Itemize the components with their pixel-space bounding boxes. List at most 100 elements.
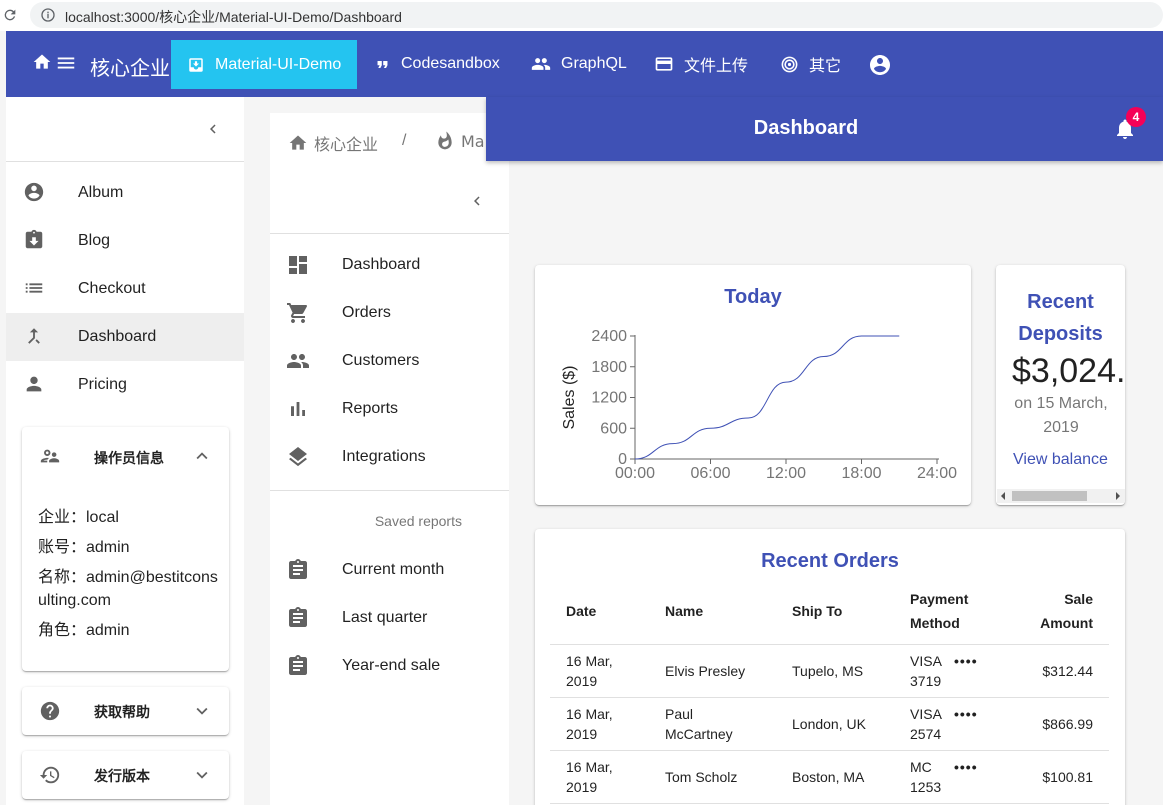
- subnav-item-reports[interactable]: Reports: [270, 385, 509, 433]
- menu-icon[interactable]: [55, 52, 77, 74]
- help-panel[interactable]: 获取帮助: [22, 687, 229, 735]
- sidebar-item-dashboard[interactable]: Dashboard: [6, 313, 244, 361]
- subnav-item-integrations[interactable]: Integrations: [270, 433, 509, 481]
- scrollbar-thumb[interactable]: [1012, 491, 1087, 501]
- scroll-right-icon[interactable]: [1115, 492, 1121, 500]
- assignment-icon: [289, 655, 307, 675]
- sidebar-item-checkout[interactable]: Checkout: [6, 265, 244, 313]
- x-tick-label: 12:00: [766, 465, 806, 482]
- divider: [270, 233, 509, 234]
- breadcrumb-separator: /: [402, 132, 407, 149]
- chevron-down-icon[interactable]: [191, 700, 213, 722]
- reload-icon[interactable]: [2, 7, 18, 23]
- more-icon[interactable]: ••••: [954, 757, 978, 777]
- sidebar-item-label: Dashboard: [78, 328, 157, 345]
- subnav-item-customers[interactable]: Customers: [270, 337, 509, 385]
- info-name: 名称：admin@bestitconsulting.com: [38, 569, 218, 609]
- recent-orders-card: Recent Orders Date Name Ship To Payment …: [535, 529, 1125, 805]
- payment-text: VISA 2574: [910, 705, 942, 742]
- operator-info-panel: 操作员信息 企业：local 账号：admin 名称：admin@bestitc…: [22, 427, 229, 671]
- divider: [270, 490, 509, 491]
- deposit-date-line: 2019: [1043, 419, 1079, 436]
- cell-payment: VISA 3719 ••••: [894, 644, 1008, 698]
- sidebar-item-pricing[interactable]: Pricing: [6, 361, 244, 409]
- column-header-ship-to: Ship To: [776, 579, 894, 645]
- orders-title: Recent Orders: [761, 550, 899, 572]
- operator-info-panel-header[interactable]: 操作员信息: [22, 427, 229, 487]
- app-bar: 核心企业 Material-UI-Demo Codesandbox GraphQ…: [6, 31, 1163, 97]
- cell-payment: MC 1253 ••••: [894, 750, 1008, 804]
- table-row[interactable]: 16 Mar, 2019 Tom Scholz Boston, MA MC 12…: [550, 750, 1109, 804]
- more-icon[interactable]: ••••: [954, 704, 978, 724]
- address-text[interactable]: localhost:3000/核心企业/Material-UI-Demo/Das…: [65, 7, 402, 27]
- saved-report-label: Current month: [342, 561, 445, 578]
- scroll-left-icon[interactable]: [1000, 492, 1006, 500]
- nav-other[interactable]: 其它: [780, 31, 841, 97]
- whatshot-icon: [438, 131, 452, 150]
- more-icon[interactable]: ••••: [954, 651, 978, 671]
- column-header-date: Date: [550, 579, 649, 645]
- help-icon: [40, 701, 60, 721]
- chevron-left-icon[interactable]: [204, 120, 222, 138]
- cell-date: 16 Mar, 2019: [550, 697, 649, 751]
- sidebar-item-blog[interactable]: Blog: [6, 217, 244, 265]
- breadcrumb: 核心企业 / Ma: [270, 113, 509, 169]
- subnav-item-orders[interactable]: Orders: [270, 289, 509, 337]
- x-tick-label: 24:00: [917, 465, 957, 482]
- horizontal-scrollbar[interactable]: [997, 489, 1125, 503]
- deposits-title-line: Recent: [1027, 291, 1094, 313]
- browser-url-bar: localhost:3000/核心企业/Material-UI-Demo/Das…: [0, 0, 1163, 31]
- y-tick-label: 600: [600, 420, 627, 437]
- layers-icon: [289, 447, 307, 467]
- deposits-title-line: Deposits: [1018, 323, 1103, 345]
- series-line: [634, 335, 900, 460]
- breadcrumb-home[interactable]: 核心企业: [288, 131, 378, 155]
- sidebar-item-album[interactable]: Album: [6, 169, 244, 217]
- cell-payment: VISA 2574 ••••: [894, 697, 1008, 751]
- chevron-down-icon[interactable]: [191, 764, 213, 786]
- subnav-item-label: Orders: [342, 304, 391, 321]
- saved-report-label: Last quarter: [342, 609, 428, 626]
- home-icon[interactable]: [32, 52, 52, 72]
- breadcrumb-current[interactable]: Ma: [435, 131, 485, 151]
- nav-codesandbox[interactable]: Codesandbox: [374, 31, 500, 97]
- chevron-left-icon[interactable]: [468, 192, 486, 210]
- breadcrumb-label: 核心企业: [314, 135, 379, 154]
- breadcrumb-label: Ma: [461, 131, 485, 151]
- saved-report-label: Year-end sale: [342, 657, 441, 674]
- page-title: Dashboard: [753, 117, 859, 139]
- table-row[interactable]: 16 Mar, 2019 Elvis Presley Tupelo, MS VI…: [550, 644, 1109, 698]
- panel-title: 发行版本: [94, 768, 150, 784]
- subnav-item-dashboard[interactable]: Dashboard: [270, 241, 509, 289]
- saved-report-last-quarter[interactable]: Last quarter: [270, 594, 509, 642]
- nav-material-ui-demo[interactable]: Material-UI-Demo: [171, 40, 358, 89]
- sidebar-item-label: Album: [78, 184, 124, 201]
- bar-chart-icon: [291, 402, 305, 416]
- help-panel-header[interactable]: 获取帮助: [22, 687, 229, 735]
- chevron-up-icon[interactable]: [191, 445, 213, 467]
- subnav-item-label: Reports: [342, 400, 399, 417]
- saved-report-year-end-sale[interactable]: Year-end sale: [270, 642, 509, 690]
- table-row[interactable]: 16 Mar, 2019 Paul McCartney London, UK V…: [550, 697, 1109, 751]
- release-panel-header[interactable]: 发行版本: [22, 751, 229, 799]
- supervisor-icon: [40, 449, 60, 463]
- fingerprint-icon: [781, 56, 798, 72]
- nav-graphql[interactable]: GraphQL: [531, 31, 627, 97]
- merge-arrow-icon: [28, 328, 40, 344]
- divider: [6, 161, 244, 162]
- site-info-icon[interactable]: [40, 7, 56, 23]
- panel-title: 操作员信息: [94, 450, 164, 466]
- account-circle-icon[interactable]: [868, 53, 892, 77]
- x-tick-label: 00:00: [615, 465, 655, 482]
- person-icon: [26, 376, 42, 392]
- brand-title[interactable]: 核心企业: [90, 52, 170, 81]
- recent-deposits-card: Recent Deposits $3,024. on 15 March, 201…: [996, 265, 1125, 505]
- saved-report-current-month[interactable]: Current month: [270, 546, 509, 594]
- deposit-date-line: on 15 March,: [1014, 395, 1108, 412]
- cell-date: 16 Mar, 2019: [550, 644, 649, 698]
- nav-file-upload[interactable]: 文件上传: [654, 31, 748, 97]
- payment-text: MC 1253: [910, 758, 942, 795]
- release-panel[interactable]: 发行版本: [22, 751, 229, 799]
- view-balance-link[interactable]: View balance: [1013, 451, 1108, 469]
- people-icon: [287, 354, 309, 368]
